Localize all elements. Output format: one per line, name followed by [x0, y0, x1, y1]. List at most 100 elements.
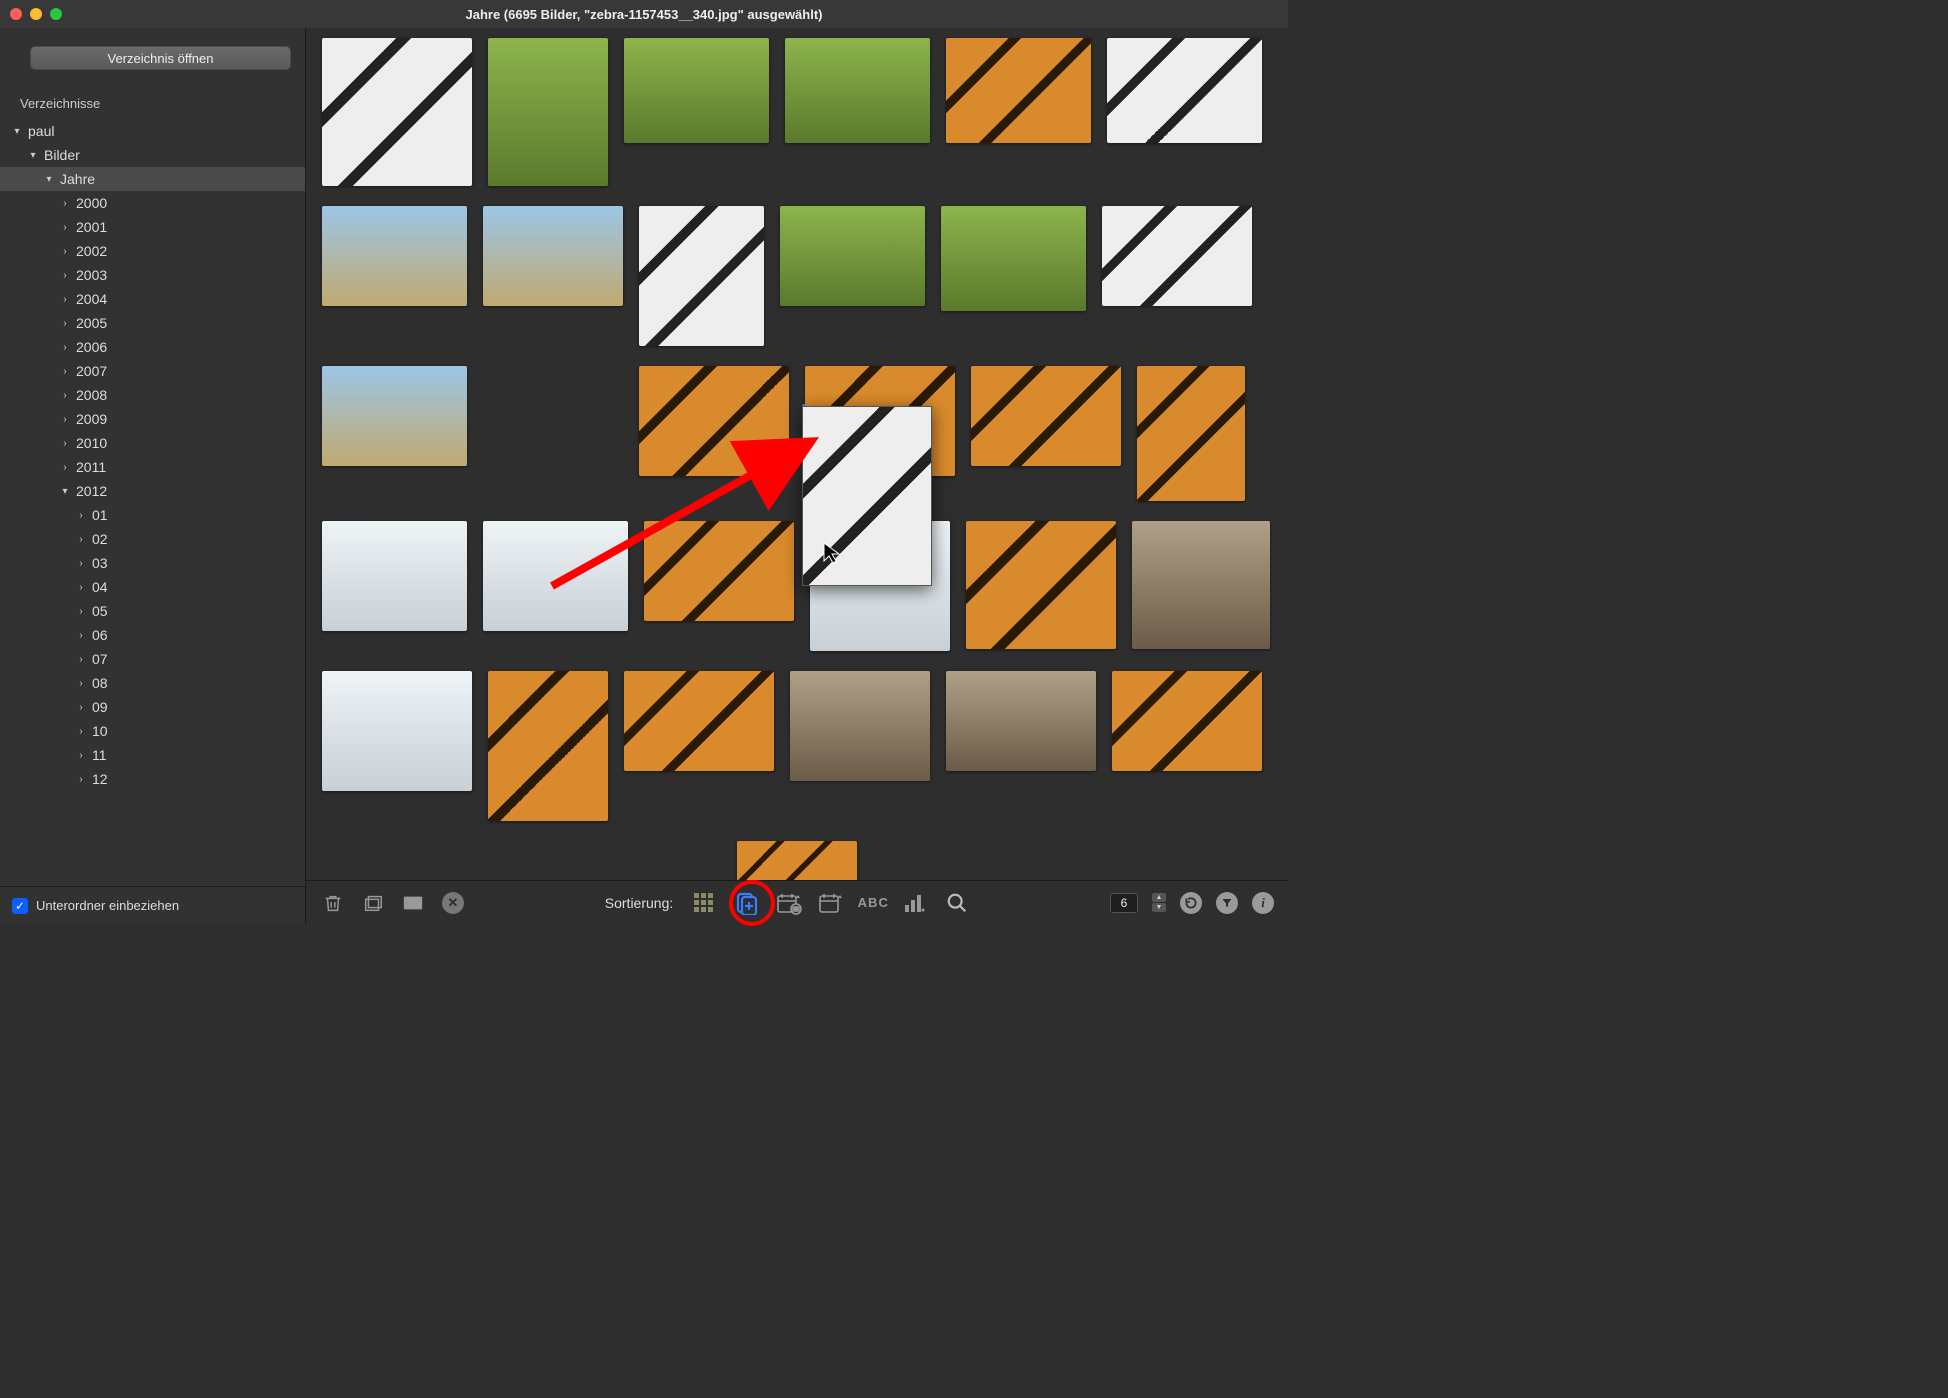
- tree-item-2011[interactable]: ›2011: [0, 455, 305, 479]
- tree-item-2000[interactable]: ›2000: [0, 191, 305, 215]
- thumbnail[interactable]: [644, 521, 794, 621]
- thumbnail[interactable]: [322, 366, 467, 466]
- columns-step-up[interactable]: ▲: [1152, 893, 1166, 902]
- directory-tree[interactable]: ▾paul▾Bilder▾Jahre›2000›2001›2002›2003›2…: [0, 119, 305, 886]
- chevron-right-icon[interactable]: ›: [74, 558, 88, 569]
- tree-item-02[interactable]: ›02: [0, 527, 305, 551]
- tree-item-jahre[interactable]: ▾Jahre: [0, 167, 305, 191]
- close-window-button[interactable]: [10, 8, 22, 20]
- chevron-right-icon[interactable]: ›: [58, 462, 72, 473]
- thumbnail[interactable]: [941, 206, 1086, 311]
- chevron-right-icon[interactable]: ›: [58, 414, 72, 425]
- thumbnail[interactable]: [639, 366, 789, 476]
- search-button[interactable]: [943, 889, 971, 917]
- chevron-right-icon[interactable]: ›: [58, 222, 72, 233]
- trash-button[interactable]: [320, 890, 346, 916]
- thumbnail[interactable]: [322, 671, 472, 791]
- tree-item-2008[interactable]: ›2008: [0, 383, 305, 407]
- chevron-right-icon[interactable]: ›: [58, 318, 72, 329]
- fullscreen-button[interactable]: [400, 890, 426, 916]
- chevron-right-icon[interactable]: ›: [58, 246, 72, 257]
- zoom-window-button[interactable]: [50, 8, 62, 20]
- tree-item-2007[interactable]: ›2007: [0, 359, 305, 383]
- thumbnail[interactable]: [946, 38, 1091, 143]
- tree-item-04[interactable]: ›04: [0, 575, 305, 599]
- thumbnail[interactable]: [488, 38, 608, 186]
- thumbnail[interactable]: [1132, 521, 1270, 649]
- sort-name-button[interactable]: ABC: [859, 889, 887, 917]
- tree-item-2004[interactable]: ›2004: [0, 287, 305, 311]
- thumbnail[interactable]: [790, 671, 930, 781]
- tree-item-2012[interactable]: ▾2012: [0, 479, 305, 503]
- sort-grid-button[interactable]: [691, 889, 719, 917]
- thumbnail[interactable]: [971, 366, 1121, 466]
- chevron-down-icon[interactable]: ▾: [10, 126, 24, 137]
- thumbnail[interactable]: [1137, 366, 1245, 501]
- columns-step-down[interactable]: ▼: [1152, 903, 1166, 912]
- tree-item-01[interactable]: ›01: [0, 503, 305, 527]
- thumbnail[interactable]: [483, 521, 628, 631]
- stack-button[interactable]: [360, 890, 386, 916]
- thumbnail[interactable]: [737, 841, 857, 880]
- chevron-right-icon[interactable]: ›: [58, 390, 72, 401]
- tree-item-2010[interactable]: ›2010: [0, 431, 305, 455]
- chevron-right-icon[interactable]: ›: [58, 270, 72, 281]
- chevron-right-icon[interactable]: ›: [58, 438, 72, 449]
- thumbnail[interactable]: [322, 521, 467, 631]
- chevron-right-icon[interactable]: ›: [74, 582, 88, 593]
- thumbnail[interactable]: [785, 38, 930, 143]
- thumbnail[interactable]: [1112, 671, 1262, 771]
- thumbnail-grid[interactable]: [306, 28, 1288, 880]
- refresh-button[interactable]: [1180, 892, 1202, 914]
- chevron-down-icon[interactable]: ▾: [26, 150, 40, 161]
- tree-item-07[interactable]: ›07: [0, 647, 305, 671]
- minimize-window-button[interactable]: [30, 8, 42, 20]
- chevron-right-icon[interactable]: ›: [74, 654, 88, 665]
- chevron-right-icon[interactable]: ›: [74, 510, 88, 521]
- filter-button[interactable]: [1216, 892, 1238, 914]
- tree-item-2009[interactable]: ›2009: [0, 407, 305, 431]
- tree-item-2003[interactable]: ›2003: [0, 263, 305, 287]
- thumbnail[interactable]: [483, 206, 623, 306]
- thumbnail[interactable]: [624, 38, 769, 143]
- sort-date-taken-button[interactable]: [775, 889, 803, 917]
- chevron-right-icon[interactable]: ›: [58, 198, 72, 209]
- tree-item-12[interactable]: ›12: [0, 767, 305, 791]
- thumbnail[interactable]: [1102, 206, 1252, 306]
- chevron-right-icon[interactable]: ›: [74, 702, 88, 713]
- tree-item-2001[interactable]: ›2001: [0, 215, 305, 239]
- chevron-down-icon[interactable]: ▾: [42, 174, 56, 185]
- columns-field[interactable]: [1110, 893, 1138, 913]
- chevron-right-icon[interactable]: ›: [58, 294, 72, 305]
- sort-size-button[interactable]: [901, 889, 929, 917]
- tree-item-2005[interactable]: ›2005: [0, 311, 305, 335]
- cancel-button[interactable]: ✕: [440, 890, 466, 916]
- tree-item-08[interactable]: ›08: [0, 671, 305, 695]
- thumbnail[interactable]: [1107, 38, 1262, 143]
- chevron-right-icon[interactable]: ›: [58, 342, 72, 353]
- chevron-right-icon[interactable]: ›: [74, 726, 88, 737]
- thumbnail[interactable]: [966, 521, 1116, 649]
- tree-item-bilder[interactable]: ▾Bilder: [0, 143, 305, 167]
- open-directory-button[interactable]: Verzeichnis öffnen: [30, 46, 291, 70]
- thumbnail[interactable]: [488, 671, 608, 821]
- thumbnail[interactable]: [639, 206, 764, 346]
- thumbnail[interactable]: [624, 671, 774, 771]
- thumbnail[interactable]: [946, 671, 1096, 771]
- tree-item-11[interactable]: ›11: [0, 743, 305, 767]
- chevron-right-icon[interactable]: ›: [74, 534, 88, 545]
- tree-item-03[interactable]: ›03: [0, 551, 305, 575]
- chevron-right-icon[interactable]: ›: [74, 678, 88, 689]
- include-subfolders-checkbox[interactable]: ✓: [12, 898, 28, 914]
- tree-item-06[interactable]: ›06: [0, 623, 305, 647]
- sort-manual-button[interactable]: [733, 889, 761, 917]
- chevron-down-icon[interactable]: ▾: [58, 486, 72, 497]
- tree-item-05[interactable]: ›05: [0, 599, 305, 623]
- tree-item-2002[interactable]: ›2002: [0, 239, 305, 263]
- sort-date-file-button[interactable]: [817, 889, 845, 917]
- chevron-right-icon[interactable]: ›: [58, 366, 72, 377]
- chevron-right-icon[interactable]: ›: [74, 774, 88, 785]
- thumbnail[interactable]: [322, 206, 467, 306]
- chevron-right-icon[interactable]: ›: [74, 606, 88, 617]
- tree-item-09[interactable]: ›09: [0, 695, 305, 719]
